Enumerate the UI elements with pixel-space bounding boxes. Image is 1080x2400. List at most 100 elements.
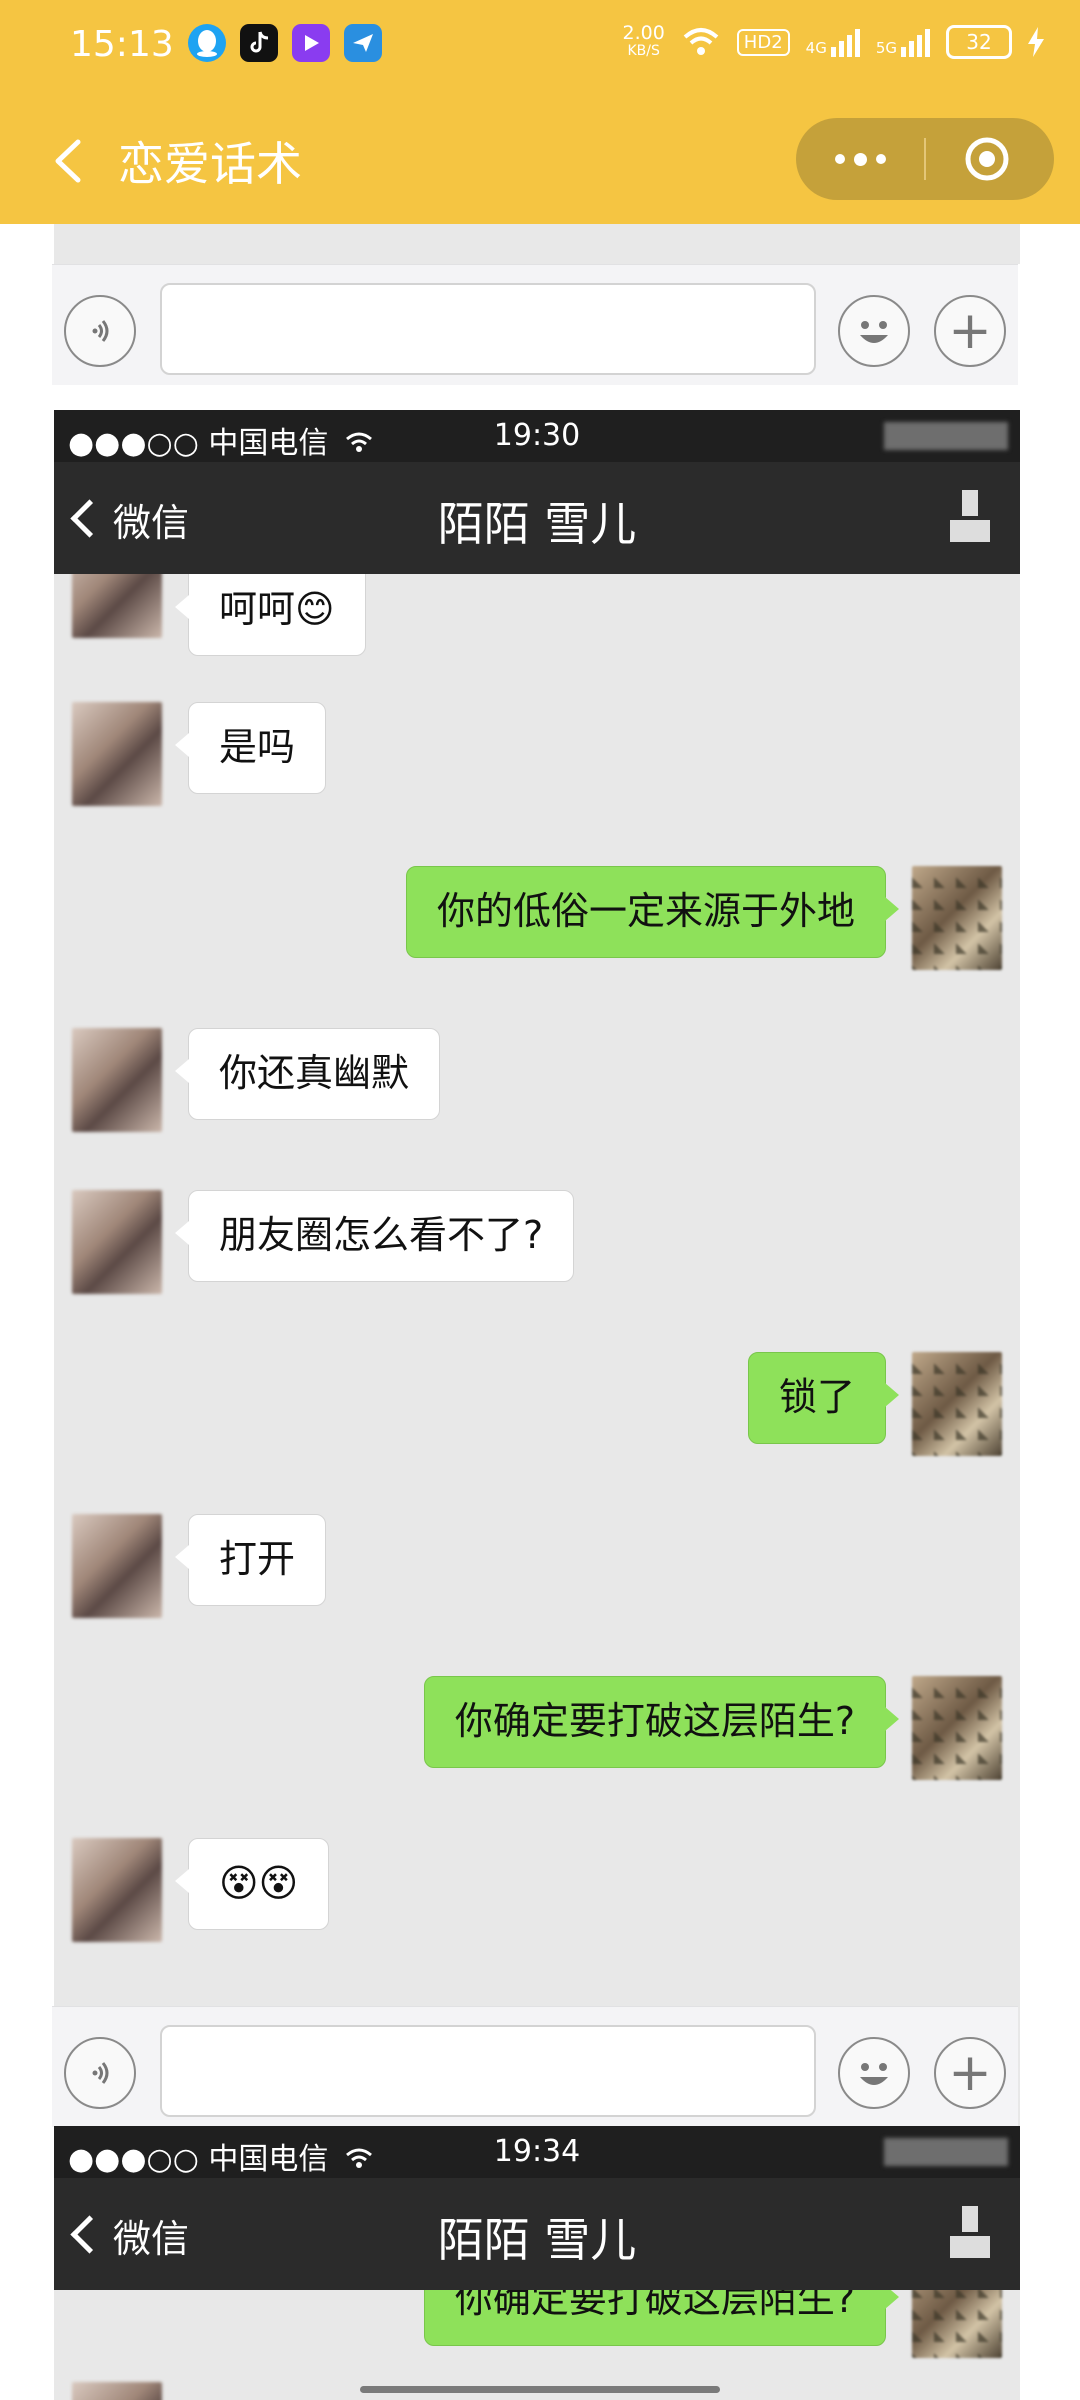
message-bubble: 是吗 [174, 702, 327, 794]
status-indicators: 2.00 KB/S HD2 4G 5G 32 [622, 24, 1044, 60]
signal-4g: 4G [806, 27, 860, 57]
message-text: 朋友圈怎么看不了? [219, 1213, 544, 1257]
hd-badge: HD2 [736, 28, 790, 56]
tiktok-icon [240, 24, 278, 62]
message-text: 是吗 [219, 725, 296, 769]
smiley-icon [838, 295, 910, 367]
person-icon [950, 490, 990, 542]
message-bubble: 锁了 [747, 1352, 900, 1444]
message-text: 😵😵 [219, 1861, 299, 1905]
avatar [72, 1190, 162, 1294]
page-title: 恋爱话术 [118, 137, 302, 191]
message-left: 😵😵 [72, 1838, 330, 1942]
wechat-input-bar: + [52, 2006, 1018, 2127]
qq-icon [188, 24, 226, 62]
net-type-4g: 4G [805, 39, 827, 57]
message-text: 呵呵😊 [219, 587, 335, 631]
person-icon [950, 2206, 990, 2258]
chat-area-top-crop [54, 224, 1020, 264]
chat-title: 陌陌 雪儿 [437, 2213, 637, 2267]
send-app-icon [344, 24, 382, 62]
avatar [912, 1352, 1002, 1456]
ios-status-bar: ●●●○○ 中国电信 19:34 [54, 2126, 1020, 2178]
message-text: 打开 [219, 1537, 296, 1581]
speed-unit: KB/S [627, 43, 660, 59]
plus-icon: + [934, 295, 1006, 367]
battery-blurred [884, 2138, 1008, 2166]
video-app-icon [292, 24, 330, 62]
message-bubble: 打开 [174, 1514, 327, 1606]
avatar [912, 2290, 1002, 2358]
message-right: 锁了 [747, 1352, 1002, 1456]
message-text: 你还真幽默 [219, 1051, 410, 1095]
message-bubble: 😵😵 [174, 1838, 330, 1930]
message-bubble: 你确定要打破这层陌生? [423, 1676, 900, 1768]
message-left: 打开 [72, 1514, 327, 1618]
status-time: 15:13 [70, 24, 174, 65]
message-input-box [160, 2025, 816, 2117]
chat-title: 陌陌 雪儿 [437, 497, 637, 551]
avatar [912, 866, 1002, 970]
ios-status-bar: ●●●○○ 中国电信 19:30 [54, 410, 1020, 462]
message-bubble: 你的低俗一定来源于外地 [405, 866, 900, 958]
charging-icon [1028, 27, 1044, 57]
message-bubble: 你还真幽默 [174, 1028, 441, 1120]
message-right: 你确定要打破这层陌生? [423, 2290, 1002, 2358]
wifi-icon [683, 28, 719, 55]
smiley-icon [838, 2037, 910, 2109]
close-miniprogram-button[interactable] [964, 136, 1010, 182]
network-speed: 2.00 KB/S [622, 24, 664, 60]
notification-icons [188, 24, 382, 62]
message-left [72, 2382, 162, 2400]
ios-time: 19:34 [493, 2134, 581, 2169]
voice-icon [64, 295, 136, 367]
signal-bars-icon [830, 29, 860, 57]
target-circle-icon [965, 137, 1009, 181]
battery-level: 32 [966, 30, 992, 54]
signal-bars-icon [901, 29, 930, 57]
wechat-nav-bar: 微信 陌陌 雪儿 [54, 2178, 1020, 2290]
net-type-5g: 5G [875, 39, 897, 57]
more-dots-icon [834, 154, 845, 164]
status-bar: 15:13 2.00 KB/S HD2 4G 5G 32 [0, 0, 1080, 98]
message-text: 你的低俗一定来源于外地 [436, 889, 855, 933]
message-bubble: 呵呵😊 [175, 574, 366, 656]
message-left: 是吗 [72, 702, 327, 806]
avatar [72, 1028, 162, 1132]
more-dots-icon [875, 154, 886, 164]
avatar [72, 574, 162, 638]
message-right: 你的低俗一定来源于外地 [405, 866, 1002, 970]
speed-value: 2.00 [622, 22, 665, 44]
app-header: 恋爱话术 [0, 98, 1080, 224]
avatar [72, 702, 162, 806]
message-input-box [160, 283, 816, 375]
message-bubble: 朋友圈怎么看不了? [174, 1190, 575, 1282]
battery-indicator: 32 [946, 25, 1012, 59]
capsule-divider [924, 138, 926, 180]
chat-messages-2: 你确定要打破这层陌生? [54, 2290, 1020, 2400]
avatar [72, 2382, 162, 2400]
voice-icon [64, 2037, 136, 2109]
plus-icon: + [934, 2037, 1006, 2109]
message-text: 你确定要打破这层陌生? [454, 2290, 855, 2321]
signal-5g: 5G [876, 27, 930, 57]
message-bubble: 你确定要打破这层陌生? [423, 2290, 900, 2346]
more-dots-icon [853, 152, 867, 166]
more-button[interactable] [796, 118, 924, 200]
message-right: 你确定要打破这层陌生? [423, 1676, 1002, 1780]
capsule-menu [796, 118, 1054, 200]
message-text: 锁了 [778, 1375, 855, 1419]
ios-time: 19:30 [493, 418, 581, 453]
wechat-input-bar: + [52, 264, 1018, 385]
battery-blurred [884, 422, 1008, 450]
avatar [912, 1676, 1002, 1780]
avatar [72, 1838, 162, 1942]
content-area[interactable]: + ●●●○○ 中国电信 19:30 微信 陌陌 雪儿 呵呵😊 是吗 你的低俗一… [0, 224, 1080, 2400]
home-indicator[interactable] [360, 2386, 720, 2393]
message-text: 你确定要打破这层陌生? [454, 1699, 855, 1743]
message-left: 呵呵😊 [72, 574, 366, 656]
wechat-nav-bar: 微信 陌陌 雪儿 [54, 462, 1020, 574]
message-left: 你还真幽默 [72, 1028, 441, 1132]
back-button[interactable] [40, 128, 100, 194]
message-left: 朋友圈怎么看不了? [72, 1190, 575, 1294]
